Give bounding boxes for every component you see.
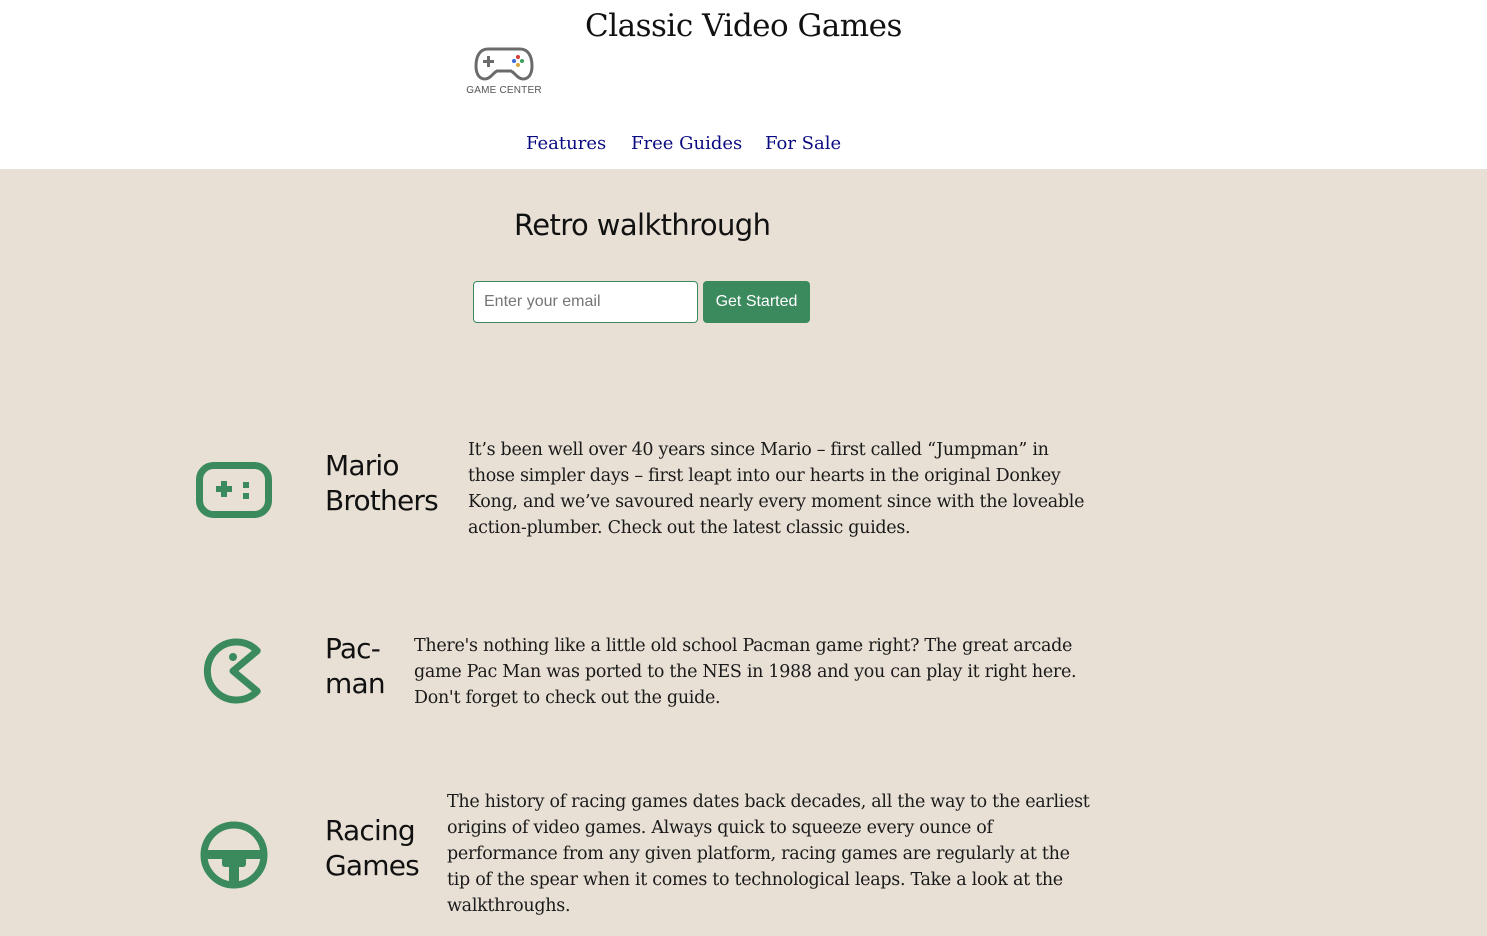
feature-title: Mario Brothers [325, 448, 439, 518]
feature-title-line: Games [325, 849, 420, 882]
nav-link-features[interactable]: Features [526, 133, 606, 154]
main-nav: Features Free Guides For Sale [0, 133, 1487, 159]
feature-description: The history of racing games dates back d… [447, 792, 1090, 916]
feature-description: It’s been well over 40 years since Mario… [468, 440, 1085, 538]
feature-title-line: Brothers [325, 484, 439, 517]
steering-wheel-icon [200, 821, 268, 889]
email-input[interactable] [473, 281, 698, 323]
nav-link-for-sale[interactable]: For Sale [765, 133, 841, 154]
feature-title: Pac- man [325, 631, 386, 701]
feature-title-line: Pac- [325, 632, 381, 665]
site-title: Classic Video Games [585, 8, 902, 44]
feature-title-line: man [325, 667, 386, 700]
feature-title-line: Racing [325, 814, 416, 847]
site-header: Classic Video Games GAME CENTER Features… [0, 0, 1487, 169]
get-started-button[interactable]: Get Started [703, 281, 810, 323]
gamepad-logo-icon [474, 47, 534, 81]
nav-link-free-guides[interactable]: Free Guides [631, 133, 742, 154]
feature-title-line: Mario [325, 449, 400, 482]
gamepad-icon [196, 462, 272, 518]
feature-title: Racing Games [325, 813, 420, 883]
site-logo[interactable]: GAME CENTER [462, 44, 546, 100]
hero-title: Retro walkthrough [514, 208, 771, 242]
logo-text: GAME CENTER [466, 85, 542, 96]
feature-description: There's nothing like a little old school… [414, 636, 1077, 708]
pacman-icon [203, 638, 261, 704]
